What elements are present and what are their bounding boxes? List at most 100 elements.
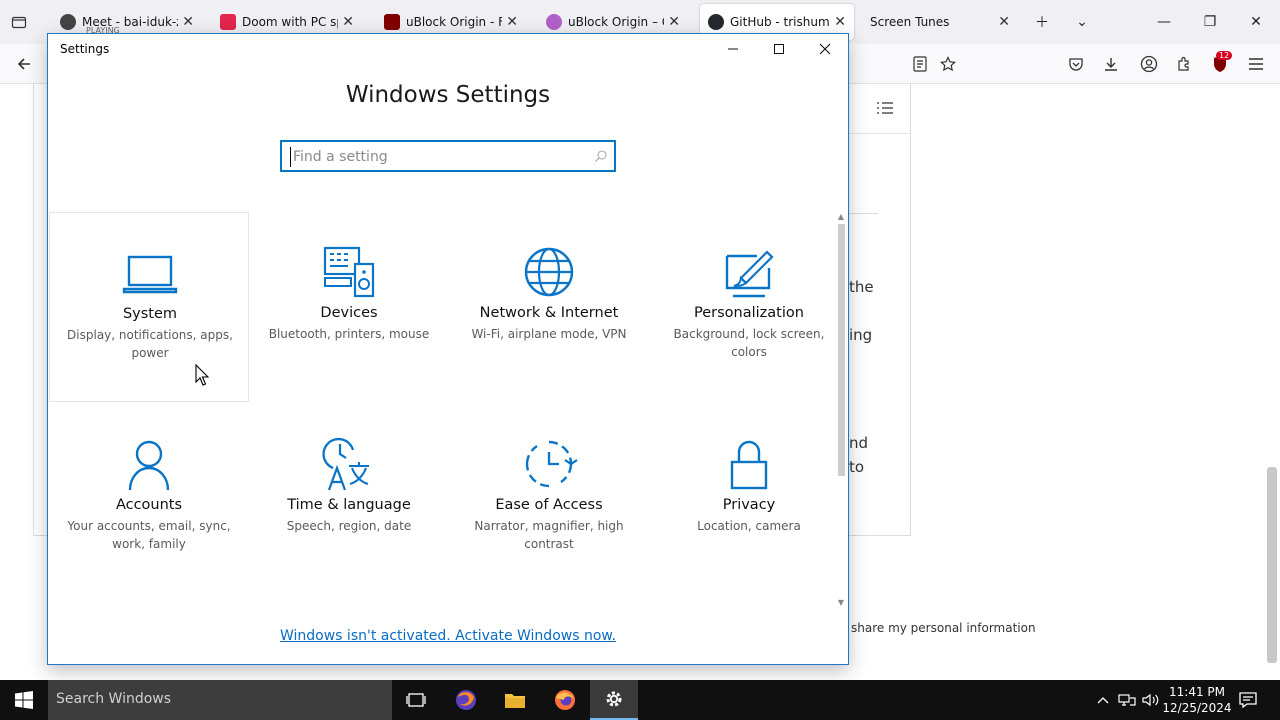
- back-arrow-icon[interactable]: [12, 53, 36, 75]
- person-icon: [119, 434, 179, 494]
- extensions-icon[interactable]: [1172, 53, 1196, 75]
- tile-personalization[interactable]: Personalization Background, lock screen,…: [649, 212, 849, 402]
- globe-icon: [519, 242, 579, 302]
- tile-title: Devices: [320, 305, 378, 321]
- page-scrollbar[interactable]: [1262, 84, 1280, 680]
- taskbar-search-placeholder: Search Windows: [56, 691, 172, 707]
- taskbar-clock[interactable]: 11:41 PM 12/25/2024: [1160, 684, 1234, 716]
- tile-network[interactable]: Network & Internet Wi-Fi, airplane mode,…: [449, 212, 649, 402]
- maximize-icon[interactable]: [756, 34, 802, 64]
- tab-label: Screen Tunes: [870, 15, 950, 29]
- laptop-icon: [120, 243, 180, 303]
- volume-icon[interactable]: [1140, 680, 1162, 720]
- scroll-up-arrow-icon[interactable]: ▲: [836, 212, 846, 221]
- tab-label: Doom with PC spea: [242, 15, 338, 29]
- tile-title: Time & language: [287, 497, 411, 513]
- settings-window-title: Settings: [60, 42, 110, 56]
- mouse-cursor-icon: [195, 363, 210, 390]
- search-input[interactable]: [290, 147, 580, 167]
- close-tab-icon[interactable]: ✕: [834, 14, 846, 30]
- tile-devices[interactable]: Devices Bluetooth, printers, mouse: [249, 212, 449, 402]
- settings-scrollbar-thumb[interactable]: [838, 224, 845, 476]
- list-icon[interactable]: [876, 100, 894, 120]
- tile-description: Display, notifications, apps, power: [67, 328, 233, 360]
- close-tab-icon[interactable]: ✕: [998, 14, 1010, 30]
- close-tab-icon[interactable]: ✕: [668, 14, 680, 30]
- meet-icon: [60, 14, 76, 30]
- clock-time: 11:41 PM: [1169, 685, 1225, 699]
- ublock-icon: [384, 14, 400, 30]
- windows-start-icon[interactable]: [0, 680, 48, 720]
- tile-privacy[interactable]: Privacy Location, camera: [649, 404, 849, 594]
- tile-title: Accounts: [115, 497, 183, 513]
- tile-ease-of-access[interactable]: Ease of Access Narrator, magnifier, high…: [449, 404, 649, 594]
- youtube-icon: [220, 14, 236, 30]
- task-view-icon[interactable]: [392, 680, 440, 720]
- pocket-icon[interactable]: [1064, 53, 1088, 75]
- page-footer-link[interactable]: share my personal information: [851, 621, 1036, 635]
- clock-date: 12/25/2024: [1162, 701, 1232, 715]
- file-explorer-icon[interactable]: [491, 680, 539, 720]
- close-tab-icon[interactable]: ✕: [182, 14, 194, 30]
- firefox-dev-icon[interactable]: [442, 680, 490, 720]
- page-text-fragment: to: [849, 458, 865, 476]
- close-tab-icon[interactable]: ✕: [506, 14, 518, 30]
- close-tab-icon[interactable]: ✕: [342, 14, 354, 30]
- tile-title: Personalization: [694, 305, 804, 321]
- search-icon: [594, 148, 608, 167]
- tile-description: Wi-Fi, airplane mode, VPN: [471, 327, 627, 341]
- page-text-fragment: nd: [849, 434, 869, 452]
- page-scrollbar-thumb[interactable]: [1267, 467, 1277, 663]
- github-icon: [708, 14, 724, 30]
- tile-title: System: [122, 306, 178, 322]
- reader-view-icon[interactable]: [908, 53, 932, 75]
- extension-badge: 12: [1216, 51, 1233, 60]
- taskbar-search-box[interactable]: Search Windows: [48, 680, 392, 720]
- network-icon[interactable]: [1116, 680, 1138, 720]
- tile-description: Location, camera: [697, 519, 801, 533]
- ease-of-access-icon: [519, 434, 579, 494]
- account-icon[interactable]: [1137, 53, 1161, 75]
- new-tab-icon[interactable]: ＋: [1022, 8, 1062, 36]
- tile-description: Background, lock screen, colors: [673, 327, 825, 359]
- tile-description: Speech, region, date: [286, 519, 412, 533]
- tile-title: Privacy: [722, 497, 776, 513]
- tab-screen-tunes[interactable]: Screen Tunes ✕: [862, 4, 1018, 40]
- paint-icon: [719, 242, 779, 302]
- downloads-icon[interactable]: [1099, 53, 1123, 75]
- tile-accounts[interactable]: Accounts Your accounts, email, sync, wor…: [49, 404, 249, 594]
- tile-title: Ease of Access: [495, 497, 603, 513]
- show-hidden-icons-chevron-icon[interactable]: [1094, 680, 1112, 720]
- browser-close-icon[interactable]: ✕: [1236, 8, 1276, 36]
- page-divider: [848, 213, 878, 214]
- page-text-fragment: the: [849, 278, 874, 296]
- tile-description: Bluetooth, printers, mouse: [268, 327, 430, 341]
- scroll-down-arrow-icon[interactable]: ▼: [836, 598, 846, 607]
- list-all-tabs-icon[interactable]: ⌄: [1062, 8, 1102, 36]
- browser-restore-icon[interactable]: ❐: [1190, 8, 1230, 36]
- firefox-icon[interactable]: [541, 680, 589, 720]
- tile-time-language[interactable]: Time & language Speech, region, date: [249, 404, 449, 594]
- firefox-addons-icon: [546, 14, 562, 30]
- tile-system[interactable]: System Display, notifications, apps, pow…: [49, 212, 249, 402]
- activate-windows-link[interactable]: Windows isn't activated. Activate Window…: [48, 628, 848, 644]
- browser-minimize-icon[interactable]: —: [1144, 8, 1184, 36]
- taskbar: Search Windows 11:41 PM 12/25/2024: [0, 680, 1280, 720]
- page-text-fragment: ing: [849, 326, 873, 344]
- menu-hamburger-icon[interactable]: [1244, 53, 1268, 75]
- notifications-icon[interactable]: [1236, 680, 1260, 720]
- settings-taskbar-icon[interactable]: [590, 680, 638, 720]
- tab-list-icon[interactable]: [8, 11, 30, 33]
- settings-scrollbar[interactable]: ▲ ▼: [836, 212, 846, 608]
- settings-search-box[interactable]: [280, 140, 616, 172]
- minimize-icon[interactable]: [710, 34, 756, 64]
- tab-label: uBlock Origin - Free: [406, 15, 503, 29]
- devices-icon: [319, 242, 379, 302]
- lock-icon: [719, 434, 779, 494]
- tile-description: Your accounts, email, sync, work, family: [67, 519, 231, 551]
- close-icon[interactable]: [802, 34, 848, 64]
- settings-window: Settings Windows Settings System Display…: [47, 33, 849, 665]
- bookmark-star-icon[interactable]: [936, 53, 960, 75]
- tile-description: Narrator, magnifier, high contrast: [474, 519, 624, 551]
- tab-label: uBlock Origin – Get: [568, 15, 664, 29]
